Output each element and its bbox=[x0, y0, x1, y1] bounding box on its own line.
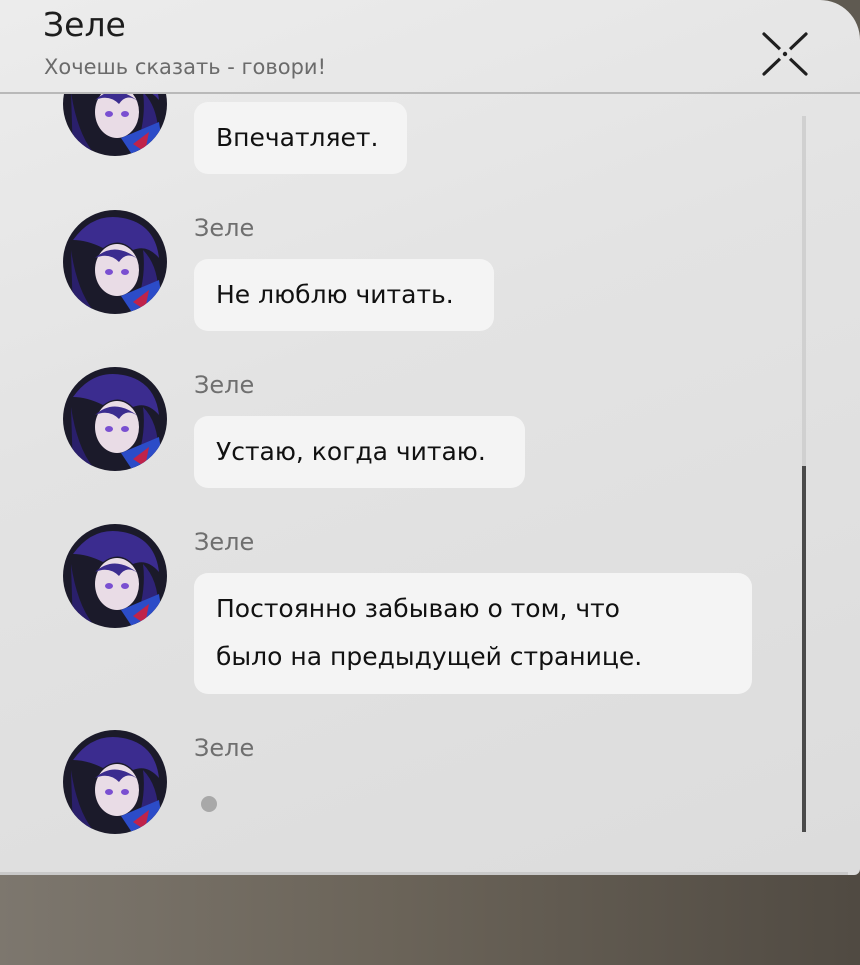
message-bubble: Не люблю читать. bbox=[194, 259, 494, 331]
close-button[interactable] bbox=[755, 28, 815, 80]
avatar-portrait-icon bbox=[63, 367, 167, 471]
avatar bbox=[63, 367, 167, 471]
game-background bbox=[0, 860, 860, 965]
message-line: Постоянно забываю о том, что bbox=[216, 594, 620, 623]
panel-bottom-edge bbox=[0, 872, 848, 875]
scrollbar-thumb[interactable] bbox=[802, 466, 806, 832]
sender-name: Зеле bbox=[194, 528, 255, 556]
message-bubble: Постоянно забываю о том, что было на пре… bbox=[194, 573, 752, 694]
avatar-portrait-icon bbox=[63, 94, 167, 156]
chat-title: Зеле bbox=[43, 5, 126, 44]
avatar bbox=[63, 94, 167, 156]
message-bubble: Устаю, когда читаю. bbox=[194, 416, 525, 488]
message-list[interactable]: Впечатляет. Зеле Не люблю читать. Зеле У… bbox=[0, 94, 800, 872]
avatar-portrait-icon bbox=[63, 524, 167, 628]
close-x-icon bbox=[762, 32, 808, 76]
chat-panel: Зеле Хочешь сказать - говори! Впечатляет… bbox=[0, 0, 860, 875]
message-line: было на предыдущей странице. bbox=[216, 642, 643, 671]
message-bubble: Впечатляет. bbox=[194, 102, 407, 174]
sender-name: Зеле bbox=[194, 214, 255, 242]
avatar-portrait-icon bbox=[63, 730, 167, 834]
chat-subtitle: Хочешь сказать - говори! bbox=[44, 55, 327, 79]
typing-indicator-icon bbox=[201, 796, 217, 812]
sender-name: Зеле bbox=[194, 371, 255, 399]
avatar bbox=[63, 210, 167, 314]
sender-name: Зеле bbox=[194, 734, 255, 762]
avatar-portrait-icon bbox=[63, 210, 167, 314]
avatar bbox=[63, 730, 167, 834]
avatar bbox=[63, 524, 167, 628]
